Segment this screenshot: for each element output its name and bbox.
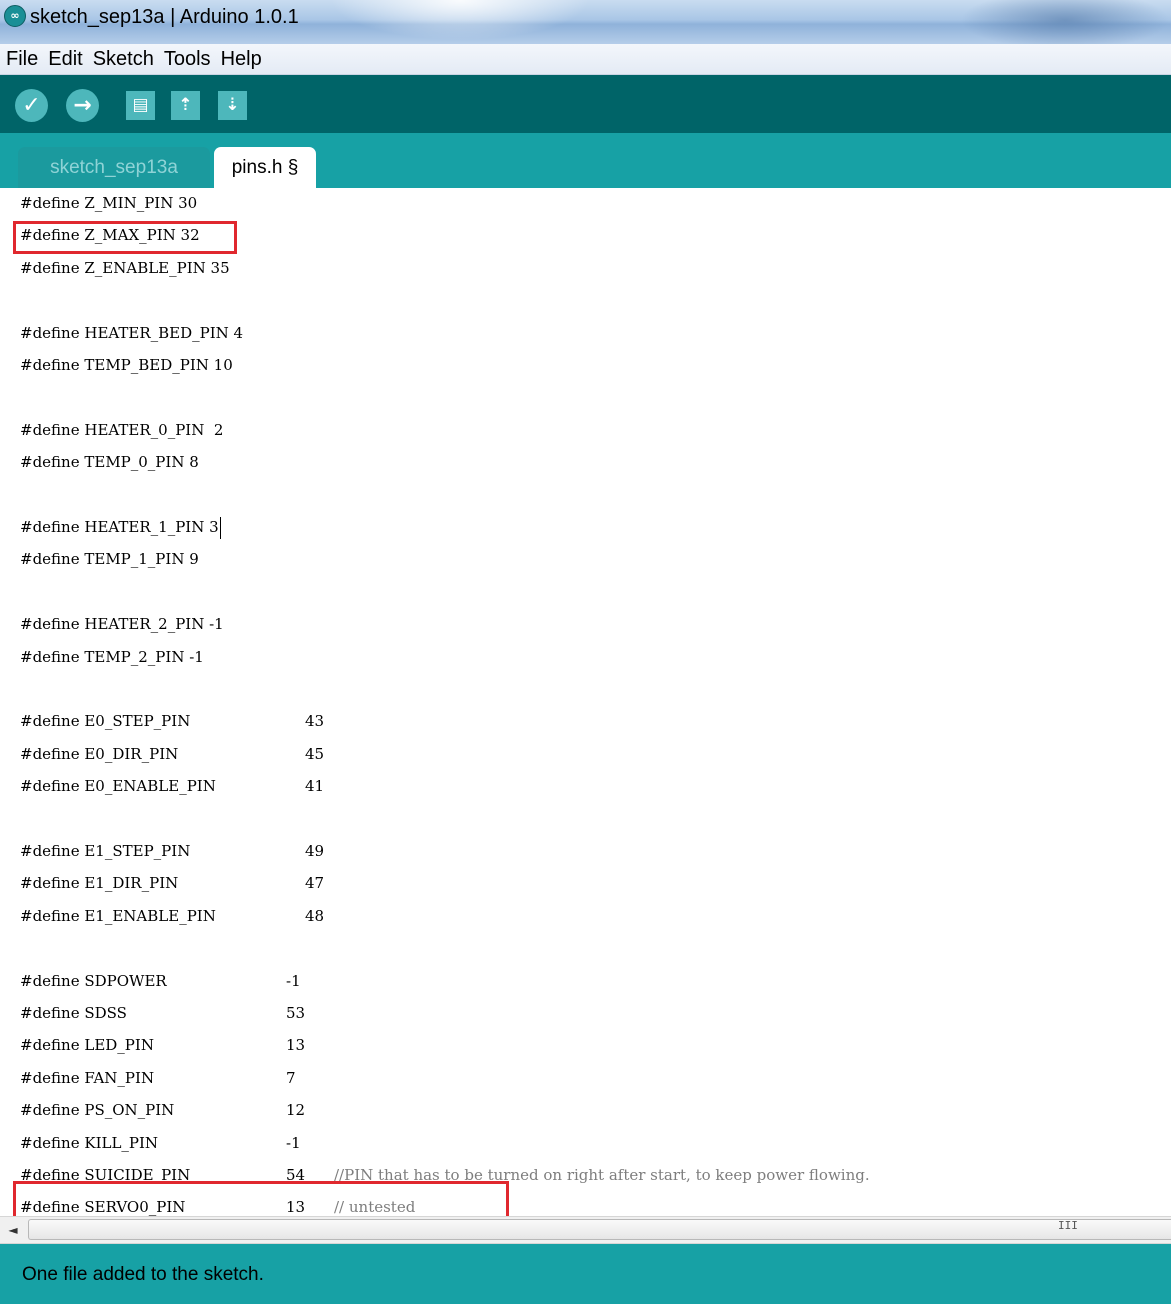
menu-file[interactable]: File	[2, 48, 42, 71]
save-arrow-down-icon: ⇣	[225, 95, 240, 115]
scrollbar-thumb[interactable]	[28, 1219, 1171, 1240]
window-title: sketch_sep13a | Arduino 1.0.1	[30, 6, 299, 28]
code-editor[interactable]: #define Z_MIN_PIN 30 #define Z_MAX_PIN 3…	[0, 188, 1171, 1224]
highlight-box-z-max-pin	[13, 221, 237, 254]
scrollbar-grip-icon: III	[1058, 1219, 1078, 1232]
horizontal-scrollbar[interactable]: ◄ III	[0, 1216, 1171, 1244]
code-line: #define E0_ENABLE_PIN 41	[20, 777, 325, 795]
menu-bar: File Edit Sketch Tools Help	[0, 44, 1171, 75]
arrow-right-icon: →	[73, 93, 92, 118]
code-line: #define KILL_PIN -1	[20, 1134, 301, 1152]
open-button[interactable]: ⇡	[171, 91, 200, 120]
code-line: #define FAN_PIN 7	[20, 1069, 296, 1087]
code-line: #define Z_ENABLE_PIN 35	[20, 259, 230, 277]
code-line: #define LED_PIN 13	[20, 1036, 306, 1054]
tab-pins-h[interactable]: pins.h §	[214, 147, 316, 188]
menu-sketch[interactable]: Sketch	[89, 48, 158, 71]
code-line: #define HEATER_1_PIN 3	[20, 512, 221, 542]
code-line: #define SDSS 53	[20, 1004, 306, 1022]
code-line: #define E1_STEP_PIN 49	[20, 842, 325, 860]
code-line: #define HEATER_2_PIN -1	[20, 615, 224, 633]
status-message: One file added to the sketch.	[22, 1264, 264, 1285]
menu-edit[interactable]: Edit	[44, 48, 86, 71]
code-line: #define E0_STEP_PIN 43	[20, 712, 325, 730]
toolbar: ✓ → ▤ ⇡ ⇣	[0, 75, 1171, 133]
menu-tools[interactable]: Tools	[160, 48, 215, 71]
code-line: #define E1_DIR_PIN 47	[20, 874, 325, 892]
menu-help[interactable]: Help	[217, 48, 266, 71]
title-bar-shade	[960, 0, 1170, 44]
code-line: #define SDPOWER -1	[20, 972, 301, 990]
title-bar-glow	[330, 0, 590, 40]
code-line: #define HEATER_BED_PIN 4	[20, 324, 244, 342]
tab-bar: sketch_sep13a pins.h §	[0, 133, 1171, 188]
code-line: #define E1_ENABLE_PIN 48	[20, 907, 325, 925]
code-line: #define TEMP_0_PIN 8	[20, 453, 199, 471]
code-line: #define TEMP_2_PIN -1	[20, 648, 204, 666]
code-line: #define TEMP_1_PIN 9	[20, 550, 199, 568]
checkmark-icon: ✓	[22, 93, 41, 118]
code-line: #define Z_MIN_PIN 30	[20, 194, 198, 212]
save-button[interactable]: ⇣	[218, 91, 247, 120]
text-cursor	[219, 517, 221, 539]
open-arrow-up-icon: ⇡	[178, 95, 193, 115]
verify-button[interactable]: ✓	[15, 89, 48, 122]
code-line: #define PS_ON_PIN 12	[20, 1101, 306, 1119]
code-line: #define TEMP_BED_PIN 10	[20, 356, 233, 374]
scroll-left-arrow-icon[interactable]: ◄	[0, 1217, 26, 1243]
title-bar[interactable]: ∞ sketch_sep13a | Arduino 1.0.1	[0, 0, 1171, 44]
code-line: #define HEATER_0_PIN 2	[20, 421, 224, 439]
code-line: #define E0_DIR_PIN 45	[20, 745, 325, 763]
arduino-infinity-icon[interactable]: ∞	[4, 5, 26, 27]
status-bar: One file added to the sketch.	[0, 1244, 1171, 1304]
new-button[interactable]: ▤	[126, 91, 155, 120]
new-document-icon: ▤	[132, 95, 149, 115]
upload-button[interactable]: →	[66, 89, 99, 122]
arduino-ide-window: ∞ sketch_sep13a | Arduino 1.0.1 File Edi…	[0, 0, 1171, 1304]
tab-sketch-sep13a[interactable]: sketch_sep13a	[18, 147, 210, 188]
